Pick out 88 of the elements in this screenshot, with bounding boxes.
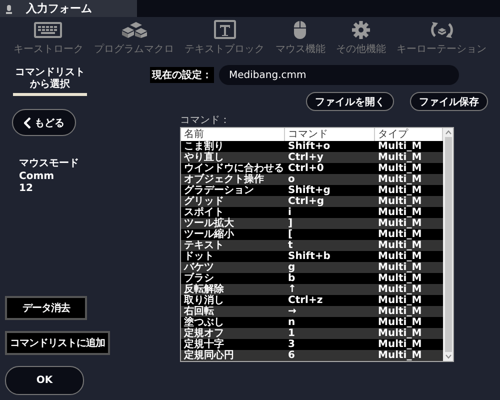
- table-cell-text: やり直し: [183, 152, 225, 163]
- table-cell-text: Multi_M: [377, 284, 423, 295]
- toolbar-button[interactable]: テキストブロック: [184, 20, 265, 56]
- table-cell-text: o: [287, 174, 296, 185]
- table-cell-text: ツール拡大: [183, 218, 235, 229]
- table-cell-text: Multi_M: [377, 229, 423, 240]
- table-cell-text: Multi_M: [377, 196, 423, 207]
- table-cell-text: Multi_M: [377, 317, 423, 328]
- table-cell-text: Multi_M: [377, 163, 423, 174]
- table-cell-text: Multi_M: [377, 174, 423, 185]
- table-cell-text: Shift+b: [287, 251, 332, 262]
- table-cell-text: Multi_M: [377, 273, 423, 284]
- table-cell-text: こま割り: [183, 141, 225, 152]
- table-cell-text: ドット: [183, 251, 215, 262]
- mode-label: マウスモード: [19, 157, 79, 170]
- table-cell-text: 定規オフ: [182, 328, 225, 339]
- table-cell-text: テキスト: [183, 240, 225, 251]
- table-cell-text: ]: [287, 218, 294, 229]
- table-cell-text: →: [287, 306, 298, 317]
- table-cell-text: b: [287, 273, 296, 284]
- open-file-button[interactable]: ファイルを開く: [306, 92, 394, 111]
- table-cell-text: Multi_M: [377, 218, 423, 229]
- table-cell-text: グラデーション: [183, 185, 255, 196]
- table-cell-text: 3: [287, 339, 296, 350]
- table-cell-text: 6: [287, 350, 296, 361]
- table-cell-text: Multi_M: [377, 185, 423, 196]
- table-cell-text: n: [287, 317, 296, 328]
- toolbar-button[interactable]: マウス機能: [275, 20, 326, 56]
- key-caps-icon: [120, 20, 148, 40]
- table-cell-text: Ctrl+0: [287, 163, 325, 174]
- table-cell-text: Ctrl+z: [287, 295, 324, 306]
- table-cell-text: スポイト: [183, 207, 224, 218]
- scroll-up-icon: [444, 128, 452, 136]
- settings-field[interactable]: Medibang.cmm: [219, 65, 459, 85]
- settings-label: 現在の設定：: [150, 67, 214, 83]
- mode-value: Comm: [19, 171, 54, 182]
- table-cell-text: ツール縮小: [183, 229, 235, 240]
- table-cell-text: グリッド: [183, 196, 225, 207]
- scrollbar-thumb[interactable]: [444, 137, 452, 352]
- table-cell-text: Multi_M: [377, 262, 423, 273]
- table-cell-text: 右回転: [182, 306, 215, 317]
- toolbar-button[interactable]: その他機能: [336, 20, 386, 56]
- toolbar-button[interactable]: キーストローク: [13, 20, 84, 56]
- table-cell-text: Shift+o: [287, 141, 332, 152]
- table-cell-text: Multi_M: [377, 339, 423, 350]
- table-cell-text: [: [287, 229, 294, 240]
- table-cell-text: 塗つぶし: [184, 317, 225, 328]
- toolbar-button[interactable]: キーローテーション: [396, 20, 487, 56]
- table-cell-text: 1: [287, 328, 296, 339]
- clear-data-button[interactable]: データ消去: [5, 296, 87, 320]
- back-button[interactable]: もどる: [12, 109, 76, 136]
- table-cell-text: ↑: [287, 284, 298, 295]
- table-cell-text: Multi_M: [377, 152, 423, 163]
- scroll-down-icon: [444, 353, 452, 361]
- microphone-icon: [6, 5, 12, 14]
- table-cell-text: Ctrl+y: [287, 152, 324, 163]
- table-cell-text: バケツ: [182, 262, 215, 273]
- table-cell-text: ウインドウに合わせる: [183, 163, 285, 174]
- mode-value: 12: [19, 183, 33, 194]
- table-cell-text: Multi_M: [377, 141, 423, 152]
- table-cell-text: Multi_M: [377, 350, 423, 361]
- chevron-left-icon: [24, 116, 30, 128]
- table-cell-text: Multi_M: [377, 306, 423, 317]
- window-title: 入力フォーム: [26, 1, 92, 16]
- table-cell-text: 定規十字: [182, 339, 224, 350]
- table-cell-text: 定規同心円: [182, 350, 235, 361]
- table-cell-text: 反転解除: [182, 284, 225, 295]
- table-cell-text: オブジェクト操作: [183, 174, 265, 185]
- table-cell-text: ブラシ: [184, 273, 214, 284]
- table-cell-text: i: [287, 207, 292, 218]
- table-cell-text: Multi_M: [377, 251, 423, 262]
- table-cell-text: Multi_M: [377, 207, 423, 218]
- save-file-button[interactable]: ファイル保存: [410, 92, 488, 111]
- keyboard-icon: [34, 20, 62, 40]
- table-cell-text: Multi_M: [377, 328, 423, 339]
- add-to-list-button[interactable]: コマンドリストに追加: [5, 331, 110, 355]
- table-cell-text: Multi_M: [377, 295, 423, 306]
- table-cell-text: Shift+g: [287, 185, 332, 196]
- ok-button[interactable]: OK: [5, 366, 84, 395]
- section-heading: コマンドリスト から選択: [13, 67, 87, 96]
- toolbar-button[interactable]: プログラムマクロ: [94, 20, 174, 56]
- table-cell-text: t: [287, 240, 294, 251]
- table-cell-text: Ctrl+g: [287, 196, 326, 207]
- table-cell-text: 取り消し: [182, 295, 225, 306]
- table-cell-text: Multi_M: [377, 240, 423, 251]
- scrollbar[interactable]: [443, 128, 453, 361]
- table-caption: コマンド：: [180, 114, 231, 127]
- table-cell-text: g: [287, 262, 296, 273]
